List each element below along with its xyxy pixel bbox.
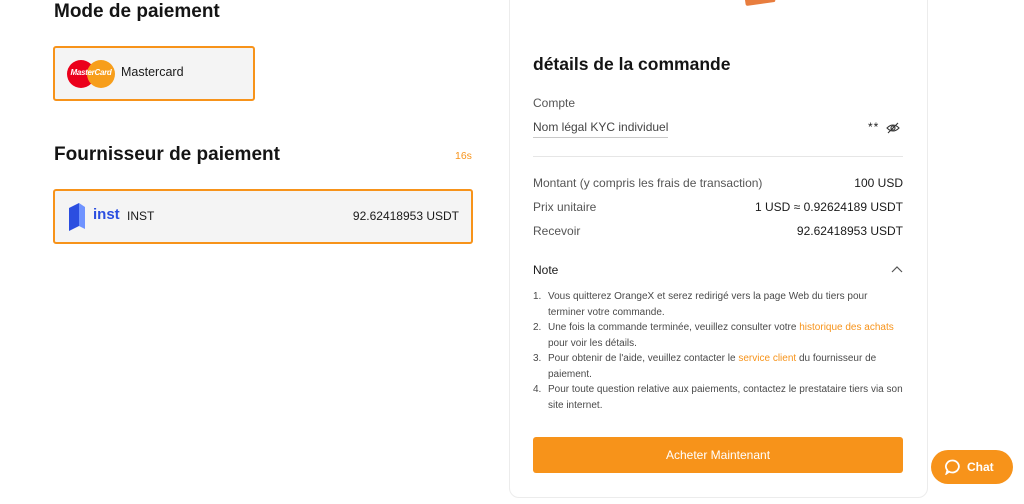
payment-provider-title: Fournisseur de paiement <box>54 144 280 165</box>
note-item: 1. Vous quitterez OrangeX et serez redir… <box>533 291 868 318</box>
note-item: 4. Pour toute question relative aux paie… <box>533 384 903 411</box>
chat-label: Chat <box>967 460 994 474</box>
kyc-name-label: Nom légal KYC individuel <box>533 120 669 138</box>
amount-label: Montant (y compris les frais de transact… <box>533 176 763 190</box>
section-divider <box>533 156 903 157</box>
provider-name: INST <box>127 209 155 223</box>
purchase-history-link[interactable]: historique des achats <box>799 322 894 333</box>
eye-off-icon[interactable] <box>886 121 900 135</box>
receive-value: 92.62418953 USDT <box>796 224 903 238</box>
receive-label: Recevoir <box>533 224 581 238</box>
buy-now-button[interactable]: Acheter Maintenant <box>533 437 903 473</box>
note-title: Note <box>533 263 559 277</box>
note-list: 1. Vous quitterez OrangeX et serez redir… <box>533 289 903 413</box>
chat-bubble-icon <box>945 459 960 475</box>
account-label: Compte <box>533 96 576 110</box>
payment-method-option-mastercard[interactable]: MasterCard Mastercard <box>53 46 255 101</box>
inst-brand-text: inst <box>93 206 120 223</box>
inst-logo-icon <box>69 203 85 231</box>
mastercard-logo-icon: MasterCard <box>67 60 115 88</box>
customer-service-link[interactable]: service client <box>738 353 796 364</box>
payment-method-title: Mode de paiement <box>54 1 220 22</box>
payment-provider-option-inst[interactable]: inst INST 92.62418953 USDT <box>53 189 473 244</box>
payment-method-label: Mastercard <box>121 65 184 79</box>
mastercard-logo-text: MasterCard <box>70 68 112 77</box>
order-details-title: détails de la commande <box>533 54 731 74</box>
quote-refresh-timer: 16s <box>455 150 472 162</box>
chat-button[interactable]: Chat <box>931 450 1013 484</box>
note-item: 3. Pour obtenir de l'aide, veuillez cont… <box>533 353 877 380</box>
note-item: 2. Une fois la commande terminée, veuill… <box>533 322 894 349</box>
provider-quote-amount: 92.62418953 USDT <box>352 209 459 223</box>
unit-price-label: Prix unitaire <box>533 200 597 214</box>
chevron-up-icon[interactable] <box>891 265 903 273</box>
amount-value: 100 USD <box>854 176 903 190</box>
kyc-name-masked-value: ** <box>868 120 880 134</box>
unit-price-value: 1 USD ≈ 0.92624189 USDT <box>755 200 903 214</box>
